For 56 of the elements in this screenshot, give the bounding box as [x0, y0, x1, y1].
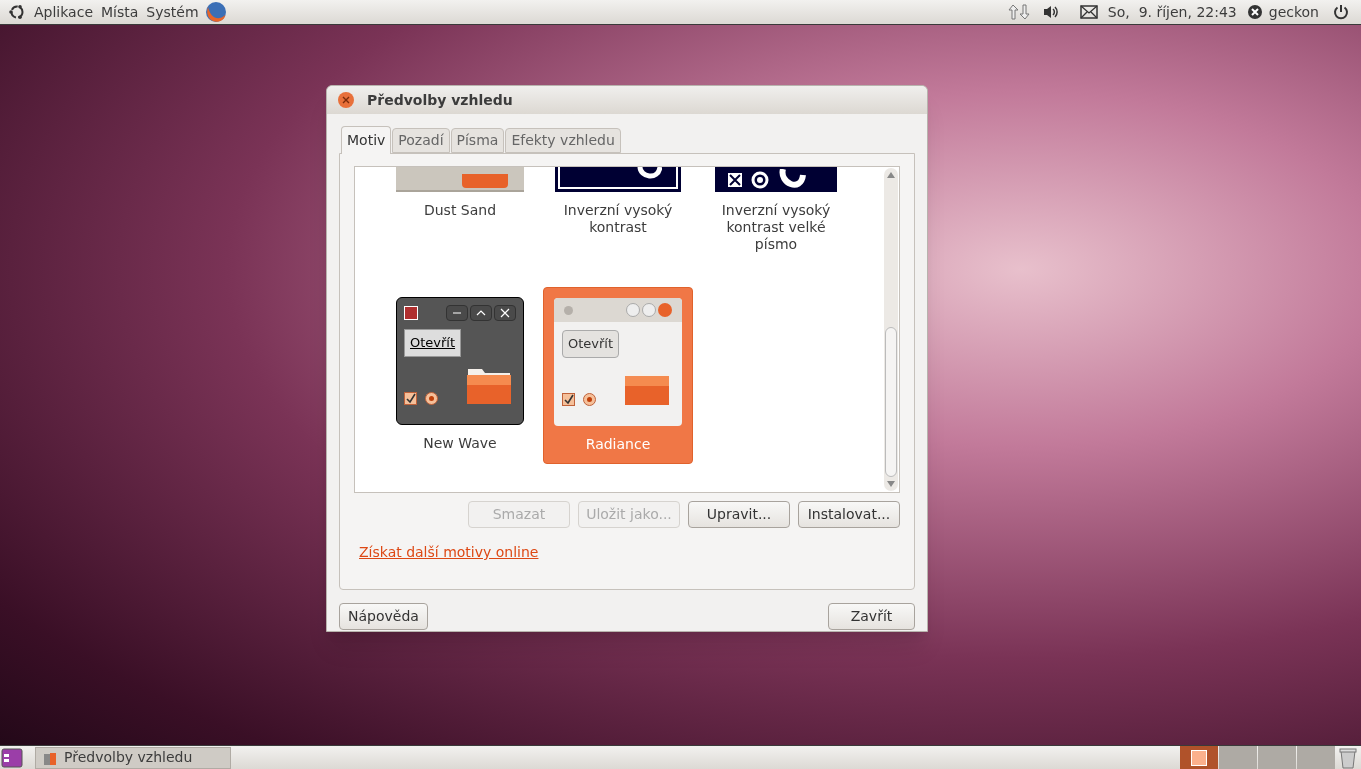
action-button[interactable]: Upravit...: [688, 501, 790, 528]
tab[interactable]: Pozadí: [392, 128, 450, 153]
ubuntu-logo-icon[interactable]: [8, 3, 26, 21]
theme-item[interactable]: Otevřít New Wave: [385, 287, 535, 462]
swirl-icon: [777, 168, 807, 191]
maximize-icon: [642, 303, 656, 317]
status-icon[interactable]: [1246, 4, 1263, 20]
window-control-icon: [470, 305, 492, 321]
clock[interactable]: So, 9. říjen, 22:43: [1107, 1, 1237, 23]
radio-button: [583, 392, 596, 406]
window-control-icon: [446, 305, 468, 321]
preview-button: Otevřít: [404, 329, 462, 357]
scroll-up-icon[interactable]: [887, 172, 895, 178]
minimize-icon: [626, 303, 640, 317]
menu-item[interactable]: Systém: [146, 1, 199, 23]
window-control-icon: [494, 305, 516, 321]
menu-item[interactable]: Místa: [101, 1, 139, 23]
tab[interactable]: Motiv: [341, 126, 392, 154]
close-icon: [727, 171, 743, 188]
theme-item[interactable]: Inverzní vysoký kontrast velké písmo: [701, 167, 851, 259]
window-title: Předvolby vzhledu: [367, 90, 513, 110]
get-themes-link[interactable]: Získat další motivy online: [359, 542, 539, 563]
scrollbar[interactable]: [884, 168, 898, 491]
radio-icon: [751, 170, 769, 189]
scroll-down-icon[interactable]: [887, 481, 895, 487]
theme-item[interactable]: Dust Sand: [385, 167, 535, 225]
preview-button: Otevřít: [562, 330, 620, 358]
theme-item[interactable]: Inverzní vysoký kontrast: [543, 167, 693, 242]
mail-icon[interactable]: [1079, 5, 1098, 19]
theme-item[interactable]: Otevřít Radiance: [543, 287, 693, 464]
help-button[interactable]: Nápověda: [339, 603, 428, 630]
volume-icon[interactable]: [1041, 4, 1060, 20]
app-icon: [404, 306, 418, 320]
close-button[interactable]: Zavřít: [828, 603, 915, 630]
action-button[interactable]: Instalovat...: [798, 501, 900, 528]
network-icon[interactable]: [1007, 3, 1032, 21]
folder-icon: [462, 174, 508, 188]
tab[interactable]: Písma: [450, 128, 505, 153]
theme-name: New Wave: [422, 435, 498, 452]
taskbar-button[interactable]: Předvolby vzhledu: [35, 746, 231, 769]
power-icon[interactable]: [1333, 4, 1349, 20]
close-icon: [658, 303, 672, 317]
workspace[interactable]: [1180, 746, 1218, 769]
taskbar-label: Předvolby vzhledu: [64, 748, 193, 767]
trash-icon[interactable]: [1338, 746, 1358, 769]
close-icon[interactable]: [337, 91, 355, 109]
tab[interactable]: Efekty vzhledu: [505, 128, 621, 153]
browser-icon[interactable]: [204, 1, 227, 23]
theme-name: Inverzní vysoký kontrast velké písmo: [720, 202, 832, 253]
theme-name: Dust Sand: [422, 202, 498, 219]
theme-name: Radiance: [584, 436, 652, 453]
radio-button: [425, 391, 438, 405]
show-desktop-icon[interactable]: [1, 747, 23, 768]
theme-name: Inverzní vysoký kontrast: [562, 202, 674, 236]
menu-item[interactable]: Aplikace: [34, 1, 93, 23]
user-name[interactable]: geckon: [1268, 1, 1319, 23]
